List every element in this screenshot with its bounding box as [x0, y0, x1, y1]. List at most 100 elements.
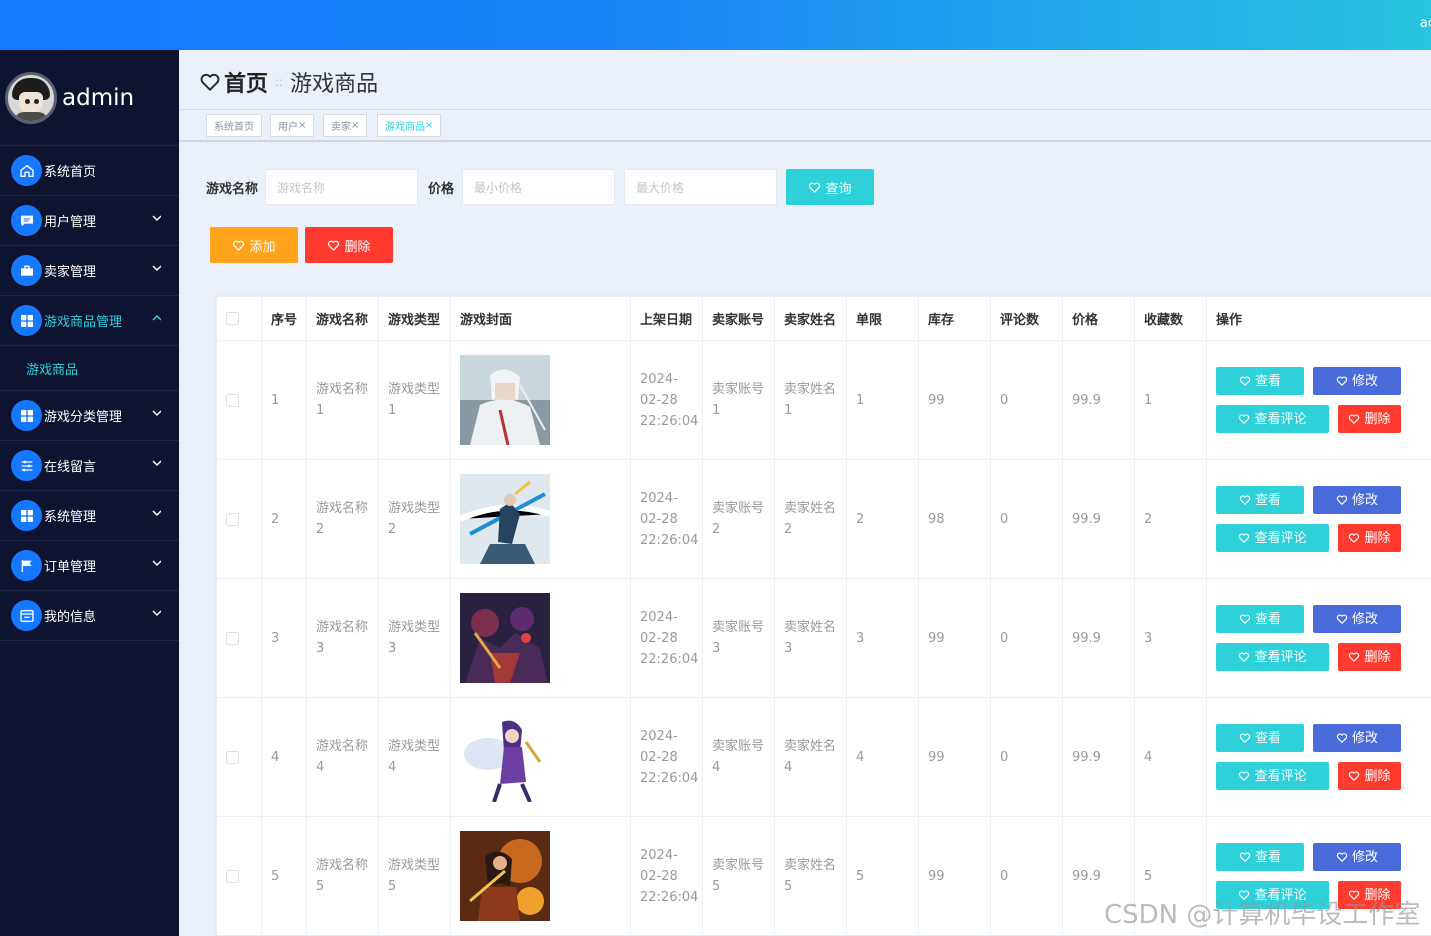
row-checkbox[interactable] [226, 869, 239, 883]
sidebar-item-3[interactable]: 游戏商品管理 [0, 296, 179, 346]
tag-seller[interactable]: 卖家 × [323, 114, 368, 137]
game-type-cell: 游戏类型4 [378, 697, 451, 817]
column-header: 价格 [1062, 296, 1135, 341]
view-button[interactable]: 查看 [1216, 367, 1304, 395]
flag-icon [11, 550, 42, 581]
query-button[interactable]: 查询 [786, 169, 874, 205]
comment-count-cell: 0 [990, 578, 1063, 698]
sidebar-item-7[interactable]: 系统管理 [0, 491, 179, 541]
heart-icon [1349, 771, 1360, 781]
cover-cell [450, 459, 631, 579]
close-icon[interactable]: × [298, 120, 306, 131]
close-icon[interactable]: × [351, 120, 359, 131]
seller-name-cell: 卖家姓名3 [774, 578, 847, 698]
sidebar-item-label: 订单管理 [44, 560, 97, 575]
edit-button[interactable]: 修改 [1313, 605, 1401, 633]
seller-account-cell: 卖家账号1 [702, 340, 775, 460]
column-header: 上架日期 [630, 296, 703, 341]
select-all-checkbox[interactable] [226, 312, 239, 325]
delete-button[interactable]: 删除 [1338, 762, 1401, 790]
view-comments-button[interactable]: 查看评论 [1216, 762, 1329, 790]
seller-name-cell: 卖家姓名5 [774, 816, 847, 935]
view-comments-button[interactable]: 查看评论 [1216, 643, 1329, 671]
game-name-cell: 游戏名称5 [306, 816, 379, 935]
view-comments-button[interactable]: 查看评论 [1216, 405, 1329, 433]
sidebar-subitem-game-product[interactable]: 游戏商品 [0, 346, 179, 391]
close-icon[interactable]: × [425, 120, 433, 131]
listing-date-cell: 2024-02-28 22:26:04 [630, 459, 703, 579]
view-button[interactable]: 查看 [1216, 724, 1304, 752]
max-price-input[interactable]: 最大价格 [624, 169, 777, 205]
price-cell: 99.9 [1062, 340, 1135, 460]
chevron-down-icon [152, 510, 161, 517]
view-comments-button[interactable]: 查看评论 [1216, 524, 1329, 552]
row-checkbox[interactable] [226, 393, 239, 407]
sidebar-item-label: 游戏商品管理 [44, 315, 123, 330]
avatar[interactable] [5, 71, 57, 124]
sidebar-item-6[interactable]: 在线留言 [0, 441, 179, 491]
table-row: 4 游戏名称4 游戏类型4 2024-02-28 22:26:04 卖家账号4 卖家姓名4… [216, 697, 1431, 817]
game-cover-image[interactable] [460, 355, 550, 445]
sidebar-item-2[interactable]: 卖家管理 [0, 246, 179, 296]
game-cover-image[interactable] [460, 831, 550, 921]
cover-cell [450, 697, 631, 817]
top-user-text[interactable]: ac [1420, 16, 1431, 31]
username: admin [62, 84, 135, 111]
heart-icon [1239, 414, 1250, 424]
grid-icon [11, 305, 42, 336]
heart-icon [1239, 733, 1251, 743]
row-index: 4 [261, 697, 307, 817]
heart-icon [233, 240, 245, 251]
game-cover-image[interactable] [460, 593, 550, 683]
sidebar-item-label: 我的信息 [44, 610, 97, 625]
delete-button[interactable]: 删除 [1338, 524, 1401, 552]
seller-name-cell: 卖家姓名1 [774, 340, 847, 460]
table-row: 3 游戏名称3 游戏类型3 2024-02-28 22:26:04 卖家账号3 卖家姓名3… [216, 578, 1431, 698]
heart-icon [1239, 495, 1251, 505]
game-name-cell: 游戏名称4 [306, 697, 379, 817]
cover-cell [450, 816, 631, 935]
heart-icon [1349, 414, 1360, 424]
sidebar-item-0[interactable]: 系统首页 [0, 146, 179, 196]
view-button[interactable]: 查看 [1216, 486, 1304, 514]
chevron-down-icon [152, 460, 161, 467]
sidebar-item-9[interactable]: 我的信息 [0, 591, 179, 641]
sidebar-item-1[interactable]: 用户管理 [0, 196, 179, 246]
sidebar: admin 系统首页 用户管理 卖家管理 游戏商品管理游戏商品 游戏分类管理 在… [0, 50, 179, 936]
edit-button[interactable]: 修改 [1313, 486, 1401, 514]
delete-button[interactable]: 删除 [1338, 643, 1401, 671]
row-checkbox[interactable] [226, 750, 239, 764]
heart-icon [1239, 771, 1250, 781]
stock-cell: 99 [918, 697, 991, 817]
view-button[interactable]: 查看 [1216, 843, 1304, 871]
tag-game-product[interactable]: 游戏商品 × [377, 114, 442, 137]
row-checkbox[interactable] [226, 631, 239, 645]
chevron-down-icon [152, 560, 161, 567]
product-table: 序号 游戏名称 游戏类型 游戏封面 上架日期 卖家账号 卖家姓名 单限 库存 评论数 价格 收藏数 操作… [215, 295, 1431, 936]
view-button[interactable]: 查看 [1216, 605, 1304, 633]
edit-button[interactable]: 修改 [1313, 367, 1401, 395]
select-all-cell [216, 296, 262, 341]
min-price-input[interactable]: 最小价格 [462, 169, 615, 205]
batch-delete-button[interactable]: 删除 [305, 227, 393, 263]
edit-button[interactable]: 修改 [1313, 843, 1401, 871]
game-cover-image[interactable] [460, 712, 550, 802]
sidebar-item-8[interactable]: 订单管理 [0, 541, 179, 591]
sliders-icon [11, 450, 42, 481]
listing-date-cell: 2024-02-28 22:26:04 [630, 816, 703, 935]
price-cell: 99.9 [1062, 697, 1135, 817]
edit-button[interactable]: 修改 [1313, 724, 1401, 752]
row-checkbox[interactable] [226, 512, 239, 526]
tag-user[interactable]: 用户 × [270, 114, 315, 137]
column-header: 评论数 [990, 296, 1063, 341]
listing-date-cell: 2024-02-28 22:26:04 [630, 697, 703, 817]
game-name-cell: 游戏名称3 [306, 578, 379, 698]
breadcrumb-home[interactable]: 首页 [224, 66, 268, 98]
delete-button[interactable]: 删除 [1338, 405, 1401, 433]
add-button[interactable]: 添加 [210, 227, 298, 263]
sidebar-item-5[interactable]: 游戏分类管理 [0, 391, 179, 441]
column-header: 卖家姓名 [774, 296, 847, 341]
game-cover-image[interactable] [460, 474, 550, 564]
game-name-input[interactable]: 游戏名称 [265, 169, 418, 205]
tag-home[interactable]: 系统首页 [206, 114, 262, 137]
